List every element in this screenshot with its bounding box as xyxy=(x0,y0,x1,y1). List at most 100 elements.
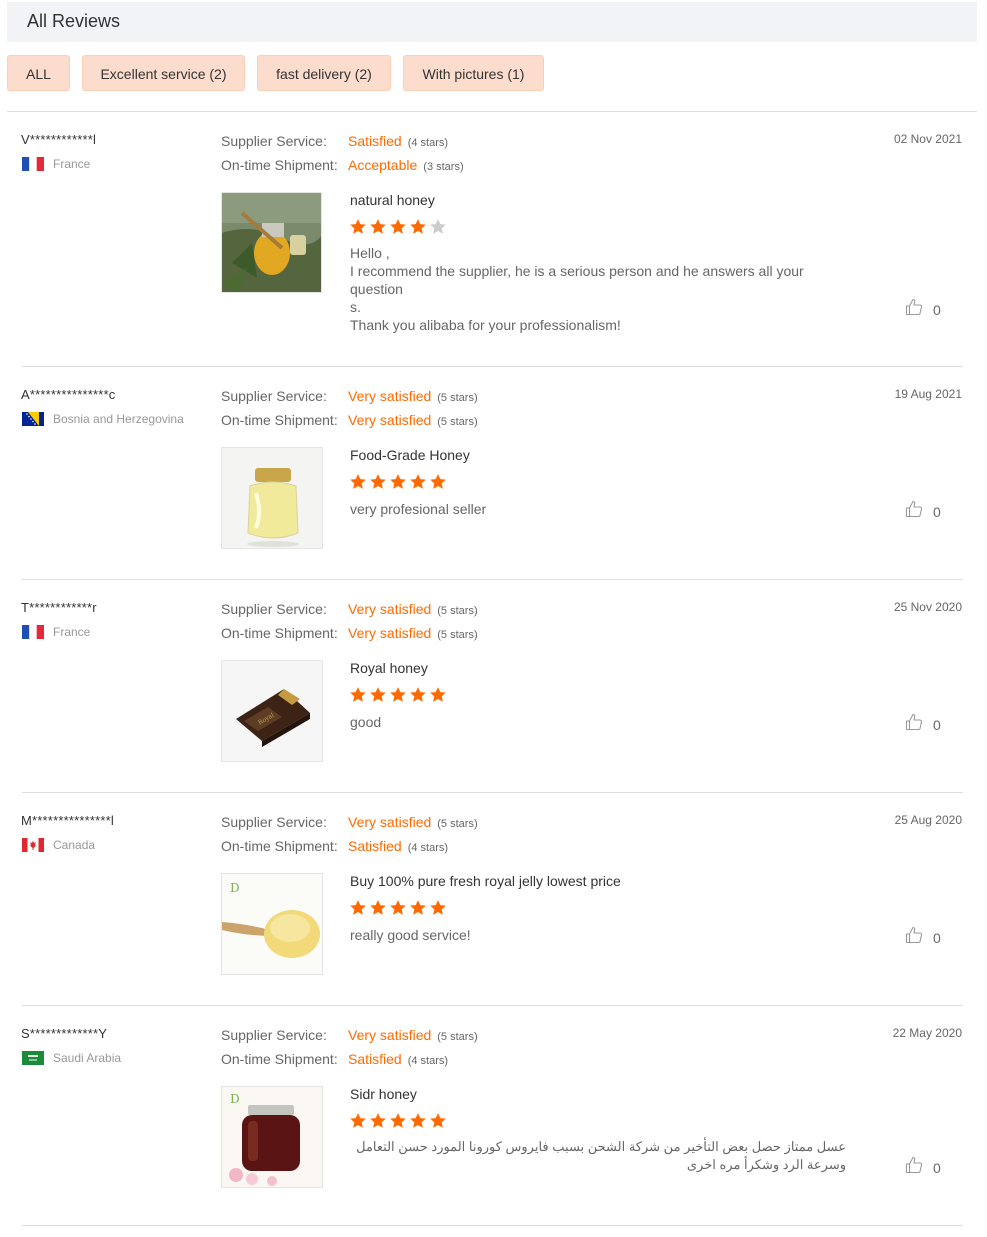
supplier-service-stars: (5 stars) xyxy=(437,605,478,617)
supplier-service-rating: Supplier Service: Very satisfied (5 stars) xyxy=(221,1026,478,1046)
product-title[interactable]: Royal honey xyxy=(350,660,428,676)
star-filled-icon xyxy=(370,1113,386,1128)
france-flag-icon xyxy=(22,625,44,639)
supplier-service-stars: (5 stars) xyxy=(437,818,478,830)
thumbs-up-icon xyxy=(905,298,923,321)
review-comment: very profesional seller xyxy=(350,501,487,517)
like-button[interactable]: 0 xyxy=(905,1156,941,1179)
shipment-value: Acceptable xyxy=(348,157,418,173)
reviewer-name: M***************l xyxy=(21,813,115,828)
star-filled-icon xyxy=(410,1113,426,1128)
shipment-rating: On-time Shipment: Very satisfied (5 stars) xyxy=(221,411,478,431)
country-name: Saudi Arabia xyxy=(53,1051,122,1065)
review-item: M***************l Canada Supplier Servic… xyxy=(0,813,987,1006)
review-photo[interactable] xyxy=(221,447,323,549)
star-filled-icon xyxy=(430,474,446,489)
review-comment: Hello , I recommend the supplier, he is … xyxy=(350,245,804,333)
like-button[interactable]: 0 xyxy=(905,926,941,949)
france-flag-icon xyxy=(22,157,44,171)
thumbs-up-icon xyxy=(905,1156,923,1179)
star-filled-icon xyxy=(390,219,406,234)
like-button[interactable]: 0 xyxy=(905,500,941,523)
review-photo[interactable] xyxy=(221,192,322,293)
like-count: 0 xyxy=(933,716,941,733)
star-rating xyxy=(349,686,447,704)
filter-with-pictures[interactable]: With pictures (1) xyxy=(403,55,544,91)
page-title: All Reviews xyxy=(27,11,121,31)
reviewer-country: France xyxy=(22,156,90,172)
review-date: 25 Nov 2020 xyxy=(893,600,962,614)
saudi-arabia-flag-icon xyxy=(22,1051,44,1065)
star-filled-icon xyxy=(410,687,426,702)
review-divider xyxy=(22,366,963,367)
review-photo[interactable]: D xyxy=(221,873,323,975)
shipment-value: Very satisfied xyxy=(348,412,432,428)
star-filled-icon xyxy=(410,219,426,234)
star-rating xyxy=(349,899,447,917)
country-name: France xyxy=(53,625,91,639)
product-title[interactable]: Sidr honey xyxy=(350,1086,417,1102)
reviewer-name: V************l xyxy=(21,132,97,147)
shipment-label: On-time Shipment: xyxy=(221,412,338,428)
star-filled-icon xyxy=(350,1113,366,1128)
star-filled-icon xyxy=(350,219,366,234)
star-filled-icon xyxy=(350,474,366,489)
review-item: V************l France Supplier Service: S… xyxy=(0,132,987,367)
star-filled-icon xyxy=(430,900,446,915)
reviewer-country: Bosnia and Herzegovina xyxy=(22,411,184,427)
filter-all[interactable]: ALL xyxy=(7,55,70,91)
star-rating xyxy=(349,218,447,236)
review-comment: عسل ممتاز حصل بعض التأخير من شركة الشحن … xyxy=(356,1139,846,1172)
shipment-value: Satisfied xyxy=(348,1051,402,1067)
review-date: 25 Aug 2020 xyxy=(894,813,962,827)
country-name: Bosnia and Herzegovina xyxy=(53,412,184,426)
shipment-stars: (3 stars) xyxy=(423,161,464,173)
like-button[interactable]: 0 xyxy=(905,298,941,321)
reviewer-name: A***************c xyxy=(21,387,116,402)
supplier-service-rating: Supplier Service: Satisfied (4 stars) xyxy=(221,132,448,152)
shipment-label: On-time Shipment: xyxy=(221,838,338,854)
canada-flag-icon xyxy=(22,838,44,852)
review-date: 22 May 2020 xyxy=(892,1026,962,1040)
country-name: Canada xyxy=(53,838,96,852)
supplier-service-rating: Supplier Service: Very satisfied (5 stars) xyxy=(221,600,478,620)
like-count: 0 xyxy=(933,301,941,318)
supplier-service-stars: (5 stars) xyxy=(437,1031,478,1043)
thumbs-up-icon xyxy=(905,713,923,736)
review-divider xyxy=(22,579,963,580)
star-filled-icon xyxy=(370,474,386,489)
product-title[interactable]: Food-Grade Honey xyxy=(350,447,470,463)
supplier-service-label: Supplier Service: xyxy=(221,601,327,617)
supplier-service-label: Supplier Service: xyxy=(221,388,327,404)
review-photo[interactable]: Royal xyxy=(221,660,323,762)
star-filled-icon xyxy=(370,900,386,915)
review-photo[interactable]: D xyxy=(221,1086,323,1188)
supplier-service-rating: Supplier Service: Very satisfied (5 stars) xyxy=(221,387,478,407)
supplier-service-label: Supplier Service: xyxy=(221,133,327,149)
review-comment: really good service! xyxy=(350,927,471,943)
filter-fast-delivery[interactable]: fast delivery (2) xyxy=(257,55,391,91)
reviewer-name: S*************Y xyxy=(21,1026,108,1041)
shipment-rating: On-time Shipment: Satisfied (4 stars) xyxy=(221,1050,448,1070)
product-title[interactable]: Buy 100% pure fresh royal jelly lowest p… xyxy=(350,873,621,889)
star-filled-icon xyxy=(390,474,406,489)
svg-text:D: D xyxy=(230,1092,240,1106)
review-divider xyxy=(22,1225,963,1226)
star-filled-icon xyxy=(410,900,426,915)
reviewer-country: France xyxy=(22,624,90,640)
product-title[interactable]: natural honey xyxy=(350,192,435,208)
supplier-service-rating: Supplier Service: Very satisfied (5 stars) xyxy=(221,813,478,833)
shipment-label: On-time Shipment: xyxy=(221,625,338,641)
reviews-header: All Reviews xyxy=(7,2,977,42)
bosnia-flag-icon xyxy=(22,412,44,426)
review-divider xyxy=(22,792,963,793)
supplier-service-stars: (4 stars) xyxy=(407,137,449,149)
star-filled-icon xyxy=(390,687,406,702)
filter-excellent-service[interactable]: Excellent service (2) xyxy=(82,55,245,91)
like-button[interactable]: 0 xyxy=(905,713,941,736)
star-rating xyxy=(349,473,447,491)
review-divider xyxy=(22,1005,963,1006)
shipment-rating: On-time Shipment: Very satisfied (5 stars) xyxy=(221,624,478,644)
shipment-stars: (5 stars) xyxy=(437,629,478,641)
supplier-service-value: Very satisfied xyxy=(348,601,432,617)
